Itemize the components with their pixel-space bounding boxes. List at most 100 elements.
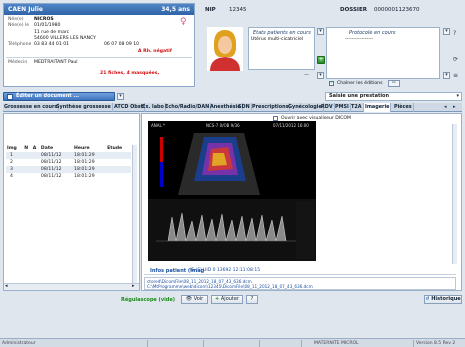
table-row[interactable]: 1 08/11/12 18:01:29	[6, 152, 131, 159]
chainer-checkbox[interactable]: ✓	[329, 81, 334, 86]
table-row[interactable]: 4 08/11/12 18:01:29	[6, 173, 131, 180]
table-row[interactable]: 3 08/11/12 18:01:29	[6, 166, 131, 173]
label-nee-le: Née(e) le	[8, 23, 30, 28]
female-icon: ♀	[180, 17, 187, 27]
cell-etude	[106, 159, 131, 166]
patient-age: 34,5 ans	[161, 6, 190, 13]
tab-prescriptions[interactable]: Prescriptions	[251, 103, 291, 112]
tab-sdn[interactable]: SDN	[237, 103, 252, 112]
regulascope-label: Régulascope (vide)	[121, 297, 176, 303]
etats-dropdown-button[interactable]: ▾	[317, 28, 324, 35]
cell-date: 08/11/12	[40, 174, 62, 179]
chevron-down-icon: ▾	[456, 93, 459, 99]
tab-imagerie[interactable]: Imagerie	[364, 103, 392, 112]
dossier-value: 0000001123670	[374, 7, 420, 13]
historique-label: Historique	[431, 296, 461, 302]
document-icon	[7, 94, 13, 100]
scroll-left-icon[interactable]: ◂	[5, 283, 8, 289]
doctor-name: MEDTRAITANT Paul	[34, 60, 78, 65]
tab-gynecologie[interactable]: Gynécologie	[287, 103, 324, 112]
historique-button[interactable]: ↺ Historique	[424, 295, 462, 304]
label-medecin: Médecin	[8, 60, 28, 65]
ultrasound-image[interactable]: ANAL * NCS-7 0/OB 9/36 07/11/2012 16:00	[148, 121, 316, 261]
voir-button[interactable]: 👁 Voir	[181, 295, 208, 304]
etats-patients-panel: Etats patients en cours Utérus multi-cic…	[248, 27, 315, 70]
viewer-scrollbar[interactable]	[452, 124, 457, 264]
saisie-prestation-select[interactable]: Saisie une prestation ▾	[325, 92, 462, 101]
cell-heure: 18:01:29	[74, 160, 95, 165]
etats-minus-icon[interactable]: —	[304, 72, 309, 78]
protocoles-title: Protocole en cours	[349, 30, 396, 36]
col-date[interactable]: Date	[40, 145, 73, 152]
tab-echo-radio-dan[interactable]: Echo/Radio/DAN	[164, 103, 212, 112]
col-heure[interactable]: Heure	[73, 145, 106, 152]
cell-heure: 18:01:29	[74, 167, 95, 172]
phone-1: 03 83 44 01 01	[34, 42, 70, 47]
tab-synthese-grossesse[interactable]: Synthèse grossesse	[55, 103, 113, 112]
tab-pmsi[interactable]: PMSI	[334, 103, 351, 112]
cell-date: 08/11/12	[40, 160, 62, 165]
chainer-label: Chaîner les éditions	[337, 81, 383, 86]
status-cell-2	[148, 340, 204, 347]
viewer-divider	[144, 274, 456, 275]
protocole-filter-button[interactable]: ▾	[443, 72, 450, 79]
col-etude[interactable]: Etude	[106, 145, 131, 152]
overlay-top-center: NCS-7 0/OB 9/36	[206, 123, 240, 128]
birth-name: NICROS	[34, 17, 54, 22]
dossier-label: DOSSIER	[340, 7, 367, 13]
cell-a	[32, 166, 40, 173]
etats-item[interactable]: Utérus multi-cicatriciel	[251, 37, 303, 42]
add-etat-button[interactable]: +	[317, 56, 325, 64]
col-img[interactable]: Img	[6, 145, 23, 152]
nip-label: NIP	[205, 7, 216, 13]
tab-grossesse-en-cours[interactable]: Grossesse en cours	[3, 103, 60, 112]
col-a[interactable]: A	[32, 145, 40, 152]
protocole-list-icon[interactable]: ≡	[453, 72, 458, 79]
help-icon[interactable]: ?	[453, 30, 456, 37]
image-list-scrollbar[interactable]	[132, 145, 137, 283]
cell-a	[32, 173, 40, 180]
image-list-pane: Img N A Date Heure Etude 1 08/11/12 18:01:…	[3, 113, 140, 291]
help-button[interactable]: ?	[246, 295, 258, 304]
tab-rdv[interactable]: RDV	[320, 103, 335, 112]
chainer-options-button[interactable]: ⇨	[388, 80, 400, 87]
cell-etude	[106, 166, 131, 173]
patient-header[interactable]: CAEN Julie 34,5 ans	[4, 4, 194, 15]
nip-value: 12345	[229, 7, 247, 13]
cell-etude	[106, 173, 131, 180]
status-bar: Administrateur MATERNITE MICROL Version …	[0, 338, 465, 347]
tab-pieces[interactable]: Pièces	[393, 103, 414, 112]
tab-ex-labo[interactable]: Ex. labo	[141, 103, 166, 112]
status-cell-4	[260, 340, 302, 347]
image-table: Img N A Date Heure Etude 1 08/11/12 18:01:…	[6, 145, 131, 180]
ultrasound-icon	[148, 121, 316, 261]
tabs-scroll-right-icon[interactable]: ▸	[453, 104, 456, 110]
tabs-scroll-left-icon[interactable]: ◂	[444, 104, 447, 110]
etats-edit-button[interactable]: ▾	[317, 72, 324, 79]
cell-n	[23, 173, 32, 180]
label-telephone: Téléphone	[8, 42, 32, 47]
editer-dropdown-button[interactable]: ▾	[117, 93, 124, 100]
cell-n	[23, 159, 32, 166]
card-divider	[6, 57, 192, 58]
overlay-top-right: 07/11/2012 16:00	[273, 123, 309, 128]
cell-img: 1	[10, 153, 13, 158]
refresh-icon[interactable]: ⟳	[453, 56, 458, 63]
rh-badge: A Rh. négatif	[138, 49, 172, 54]
table-row[interactable]: 2 08/11/12 18:01:29	[6, 159, 131, 166]
address-line2: 54600 VILLERS LES NANCY	[34, 36, 96, 41]
ajouter-label: Ajouter	[220, 296, 240, 302]
cell-img: 4	[10, 174, 13, 179]
main-tabs: Grossesse en cours Synthèse grossesse AT…	[3, 103, 462, 112]
patient-info-value: IE (F) UID 0 13692 12:11:08:15	[190, 268, 261, 273]
protocole-dropdown-button[interactable]: ▾	[443, 28, 450, 35]
ajouter-button[interactable]: + Ajouter	[211, 295, 243, 304]
etats-title: Etats patients en cours	[253, 30, 311, 36]
cell-etude	[106, 152, 131, 159]
scroll-right-icon[interactable]: ▸	[132, 283, 135, 289]
tab-t2a[interactable]: T2A	[350, 103, 364, 112]
col-n[interactable]: N	[23, 145, 32, 152]
editer-document-button[interactable]: Éditer un document ...	[3, 92, 115, 101]
cell-date: 08/11/12	[40, 153, 62, 158]
image-list-hscrollbar[interactable]	[4, 283, 139, 290]
